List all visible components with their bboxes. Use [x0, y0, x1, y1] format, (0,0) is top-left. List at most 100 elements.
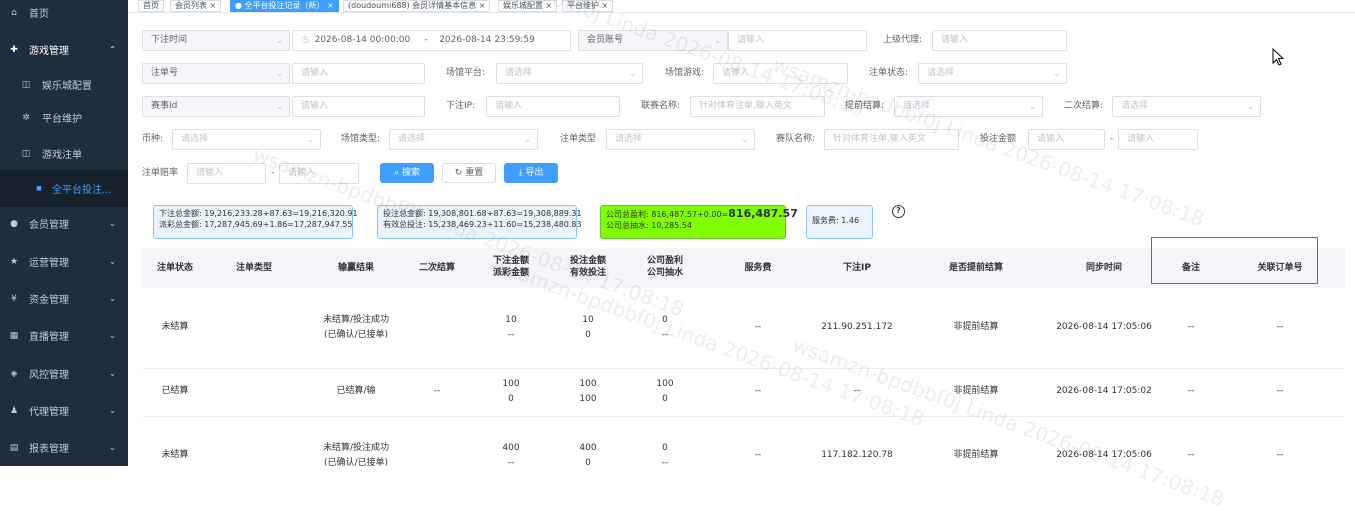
sidebar-item-6[interactable]: ● 会员管理 ⌄ [0, 205, 128, 242]
member-account-select[interactable]: 会员账号 ⌄ [578, 30, 728, 51]
highlight-box [1151, 237, 1318, 284]
help-icon[interactable]: ? [892, 205, 905, 218]
tab-0[interactable]: 首页 [138, 0, 164, 12]
event-id-input[interactable]: 请输入 [292, 96, 425, 117]
sidebar-item-10[interactable]: ◈ 风控管理 ⌄ [0, 355, 128, 392]
sidebar-item-7[interactable]: ★ 运营管理 ⌄ [0, 243, 128, 280]
venue-game-input[interactable]: 请输入 [713, 63, 848, 84]
column-header[interactable]: 下注IP [817, 262, 897, 274]
sidebar-item-1[interactable]: ✚ 游戏管理 ⌃ [0, 31, 128, 68]
odds-label: 注单赔率 [142, 168, 179, 178]
tab-1[interactable]: 会员列表 × [170, 0, 222, 12]
refresh-icon: ↻ [454, 168, 463, 178]
venue-platform-label: 场馆平台: [446, 68, 486, 78]
home-icon: ⌂ [11, 7, 17, 18]
column-header[interactable]: 注单类型 [214, 262, 294, 274]
column-header[interactable]: 是否提前结算 [936, 262, 1016, 274]
reset-button[interactable]: ↻ 重置 [442, 163, 496, 183]
second-settle-select[interactable]: 请选择 ⌄ [1112, 96, 1261, 117]
profit-text: 公司总盈利: 816,487.57+0.00= [606, 210, 729, 219]
sidebar-item-2[interactable]: ◫ 娱乐城配置 [0, 66, 128, 103]
column-header[interactable]: 公司盈利 公司抽水 [625, 255, 705, 279]
table-cell: -- [1276, 450, 1284, 460]
column-header[interactable]: 输赢结果 [316, 262, 396, 274]
valid-bet-text: 有效总投注: 15,238,469.23+11.60=15,238,480.83 [383, 220, 582, 229]
cursor-icon [1272, 48, 1284, 66]
tab-4[interactable]: 娱乐城配置 × [498, 0, 558, 12]
upper-agent-input[interactable]: 请输入 [932, 30, 1067, 51]
tab-5[interactable]: 平台维护 × [562, 0, 614, 12]
sidebar-item-0[interactable]: ⌂ 首页 [0, 0, 128, 31]
chevron-down-icon: ⌄ [109, 257, 116, 266]
team-name-label: 赛队名称: [776, 134, 816, 144]
sidebar-item-12[interactable]: ▤ 报表管理 ⌄ [0, 429, 128, 466]
chevron-down-icon: ⌄ [307, 135, 314, 144]
chevron-down-icon: ⌄ [524, 135, 531, 144]
sidebar-item-8[interactable]: ¥ 资金管理 ⌄ [0, 280, 128, 317]
column-header[interactable]: 同步时间 [1064, 262, 1144, 274]
search-icon: ⌕ [394, 168, 400, 178]
search-button[interactable]: ⌕ 搜索 [380, 163, 434, 183]
sidebar-item-label: 风控管理 [29, 370, 69, 381]
layers-icon: ◈ [10, 368, 18, 379]
chevron-down-icon: ⌄ [276, 102, 283, 111]
bet-amount-label: 投注金额 [980, 134, 1017, 144]
venue-platform-select[interactable]: 请选择 ⌄ [496, 63, 643, 84]
column-header[interactable]: 服务费 [718, 262, 798, 274]
tab-2[interactable]: ● 全平台投注记录（新） × [230, 0, 339, 12]
venue-type-select[interactable]: 请选择 ⌄ [389, 129, 538, 150]
odds-max-input[interactable]: 请输入 [279, 163, 359, 184]
venue-game-label: 场馆游戏: [665, 68, 705, 78]
table-cell: 未结算 [161, 322, 189, 332]
bet-status-label: 注单状态: [869, 68, 909, 78]
team-name-input[interactable]: 针对体育注单,输入英文 [824, 129, 959, 150]
sidebar-item-label: 平台维护 [42, 114, 82, 125]
window-icon: ◫ [21, 79, 31, 90]
sidebar-item-11[interactable]: ♟ 代理管理 ⌄ [0, 392, 128, 429]
payout-total-text: 派彩总金额: 17,287,945.69+1.86=17,287,947.55 [159, 220, 353, 229]
currency-select[interactable]: 请选择 ⌄ [172, 129, 321, 150]
column-header[interactable]: 下注金额 派彩金额 [471, 255, 551, 279]
bet-amount-max-input[interactable]: 请输入 [1118, 129, 1198, 150]
table-cell: -- [1276, 322, 1284, 332]
league-name-input[interactable]: 针对体育注单,输入英文 [690, 96, 825, 117]
sidebar-item-label: 全平台投注... [52, 185, 112, 196]
order-number-input[interactable]: 请输入 [292, 63, 425, 84]
odds-min-input[interactable]: 请输入 [187, 163, 266, 184]
bet-ip-input[interactable]: 请输入 [486, 96, 620, 117]
chevron-down-icon: ⌄ [109, 369, 116, 378]
bullet-icon: ■ [36, 185, 42, 192]
sidebar-item-label: 首页 [29, 9, 49, 20]
tab-3[interactable]: (doudoumi688) 会员详情基本信息 × [343, 0, 491, 12]
column-header[interactable]: 注单状态 [135, 262, 215, 274]
order-number-select[interactable]: 注单号 ⌄ [142, 63, 290, 84]
table-cell: 未结算/投注成功 (已确认/已接单) [322, 443, 390, 468]
sidebar-item-5[interactable]: ■ 全平台投注... [0, 170, 128, 207]
date-range-picker[interactable]: ◷ 2026-08-14 00:00:00 - 2026-08-14 23:59… [292, 30, 571, 51]
bet-status-select[interactable]: 请选择 ⌄ [918, 63, 1067, 84]
sidebar-item-4[interactable]: ◫ 游戏注单 [0, 135, 128, 172]
bet-amount-min-input[interactable]: 请输入 [1028, 129, 1105, 150]
table-cell: 未结算/投注成功 (已确认/已接单) [322, 315, 390, 340]
chevron-down-icon: ⌄ [276, 36, 283, 45]
event-id-select[interactable]: 赛事Id ⌄ [142, 96, 290, 117]
sidebar-item-3[interactable]: ✲ 平台维护 [0, 99, 128, 136]
export-button[interactable]: ⤓ 导出 [504, 163, 558, 183]
bet-time-type-select[interactable]: 下注时间 ⌄ [142, 30, 290, 51]
report-icon: ▤ [9, 442, 19, 453]
table-cell: -- [1276, 386, 1284, 396]
sidebar-item-9[interactable]: ▦ 直播管理 ⌄ [0, 317, 128, 354]
column-header[interactable]: 二次结算 [397, 262, 477, 274]
window-icon: ◫ [21, 148, 31, 159]
second-settle-label: 二次结算: [1064, 101, 1104, 111]
table-cell: 非提前结算 [953, 386, 999, 396]
member-account-input[interactable]: 请输入 [728, 30, 867, 51]
bet-type-select[interactable]: 请选择 ⌄ [606, 129, 755, 150]
early-settle-select[interactable]: 请选择 ⌄ [894, 96, 1043, 117]
sidebar: ⌂ 首页 ✚ 游戏管理 ⌃ ◫ 娱乐城配置 ✲ 平台维护 ◫ 游戏注单 ■ 全平台投注... ● 会员管理 ⌄… [0, 0, 128, 466]
sidebar-item-label: 游戏注单 [42, 150, 82, 161]
table-cell: 211.90.251.172 [821, 322, 893, 332]
chevron-down-icon: ⌄ [1247, 102, 1254, 111]
column-header[interactable]: 投注金额 有效投注 [548, 255, 628, 279]
chevron-down-icon: ⌄ [1053, 69, 1060, 78]
